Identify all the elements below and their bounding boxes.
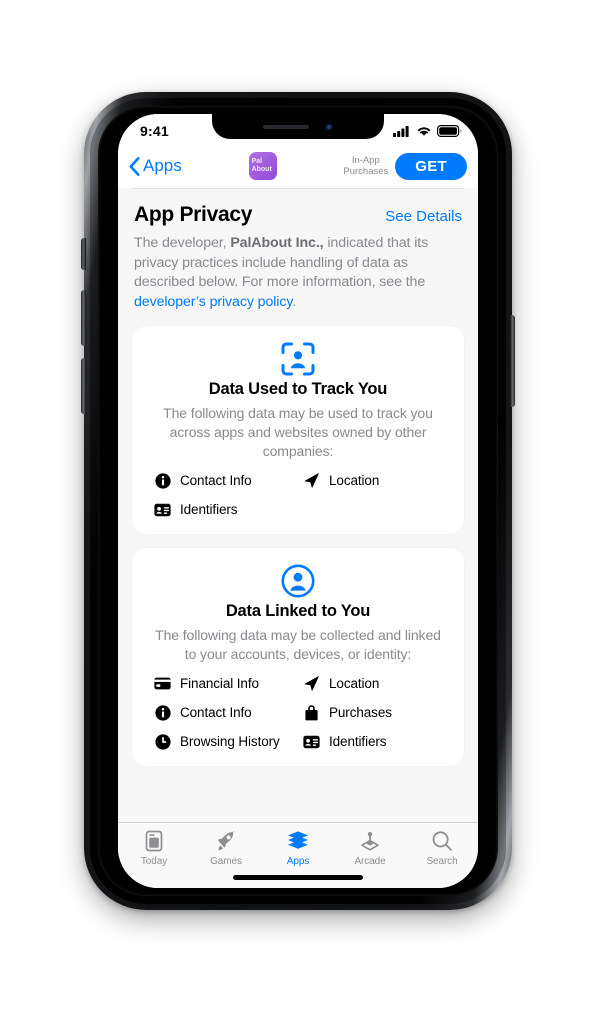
person-circle-icon [281,564,315,598]
tab-label: Today [140,856,168,867]
blurb-part3: . [292,293,297,310]
navigation-bar: Apps Pal About In-App Purchases GET [118,144,478,188]
app-privacy-header: App Privacy See Details [132,189,464,227]
identification-card-icon [303,733,320,750]
earpiece-speaker-icon [263,124,309,129]
app-icon[interactable]: Pal About [248,152,277,180]
data-item-label: Location [329,676,380,691]
cellular-signal-icon [393,126,409,137]
blurb-developer-name: PalAbout Inc., [230,235,324,251]
card-icon-wrap [148,342,448,376]
identification-card-icon [154,501,171,518]
volume-down-button[interactable] [81,358,86,414]
data-linked-to-you-card: Data Linked to You The following data ma… [132,548,464,766]
data-item: Purchases [303,704,448,721]
tab-arcade[interactable]: Arcade [334,829,406,867]
screenshot-root: 9:41 Apps Pal About In-App Purchases GET… [0,0,596,1024]
tab-apps[interactable]: Apps [262,829,334,867]
power-button[interactable] [510,315,515,407]
info-circle-icon [154,704,171,721]
magnifier-icon [432,831,452,851]
data-item-label: Financial Info [180,676,259,691]
person-in-viewfinder-icon [281,342,315,376]
blurb-part1: The developer, [134,235,231,251]
today-document-icon [145,830,163,852]
app-icon-line2: About [251,166,272,173]
location-arrow-icon [303,675,320,692]
data-item: Location [303,472,448,489]
data-used-to-track-card: Data Used to Track You The following dat… [132,326,464,534]
in-app-purchases-note: In-App Purchases [343,155,388,177]
data-item: Location [303,675,448,692]
notch [212,114,384,139]
wifi-icon [417,127,431,136]
rocket-icon [218,831,235,851]
data-item-label: Browsing History [180,734,280,749]
credit-card-icon [154,675,171,692]
chevron-left-icon [129,156,140,176]
battery-icon [437,125,462,137]
see-details-link[interactable]: See Details [385,208,462,225]
data-item: Contact Info [154,472,299,489]
status-indicators [393,125,462,137]
tab-games[interactable]: Games [190,829,262,867]
stacked-layers-icon [288,831,308,849]
info-circle-icon [154,472,171,489]
volume-up-button[interactable] [81,290,86,346]
data-item: Identifiers [154,501,299,518]
data-item-label: Contact Info [180,705,252,720]
back-button[interactable]: Apps [129,156,182,176]
shopping-bag-icon [303,704,320,721]
data-items-grid: Financial Info Location Contact Info Pur… [148,675,448,750]
tab-label: Apps [286,856,310,867]
get-button[interactable]: GET [395,152,468,180]
privacy-policy-link[interactable]: developer’s privacy policy [134,294,292,310]
card-subtitle: The following data may be used to track … [163,405,433,459]
home-indicator[interactable] [233,875,363,880]
data-item: Financial Info [154,675,299,692]
arcade-joystick-icon [361,832,379,851]
tab-today[interactable]: Today [118,829,190,867]
status-time: 9:41 [140,123,169,139]
silent-switch[interactable] [81,238,86,270]
in-app-purchases-line2: Purchases [343,166,389,177]
in-app-purchases-line1: In-App [351,155,380,166]
back-button-label: Apps [143,156,182,175]
app-icon-line1: Pal [251,157,263,165]
data-item-label: Contact Info [180,473,252,488]
card-subtitle: The following data may be collected and … [155,627,441,662]
data-item: Identifiers [303,733,448,750]
phone-screen: 9:41 Apps Pal About In-App Purchases GET… [118,114,478,888]
privacy-blurb: The developer, PalAbout Inc., indicated … [132,227,464,312]
data-items-grid: Contact Info Location Identifiers [148,472,448,518]
data-item-label: Identifiers [329,734,387,749]
location-arrow-icon [303,472,320,489]
tab-label: Search [426,856,458,867]
front-camera-icon [325,122,333,131]
clock-icon [154,733,171,750]
tab-label: Games [210,856,242,867]
data-item: Browsing History [154,733,299,750]
data-item: Contact Info [154,704,299,721]
card-title: Data Used to Track You [208,380,388,398]
page-title: App Privacy [134,203,253,226]
data-item-label: Location [329,473,380,488]
content-scroll-area[interactable]: App Privacy See Details The developer, P… [118,188,478,822]
card-title: Data Linked to You [225,602,371,620]
tab-label: Arcade [354,856,386,867]
card-icon-wrap [148,564,448,598]
tab-search[interactable]: Search [406,829,478,867]
data-item-label: Identifiers [180,502,238,517]
data-item-label: Purchases [329,705,392,720]
